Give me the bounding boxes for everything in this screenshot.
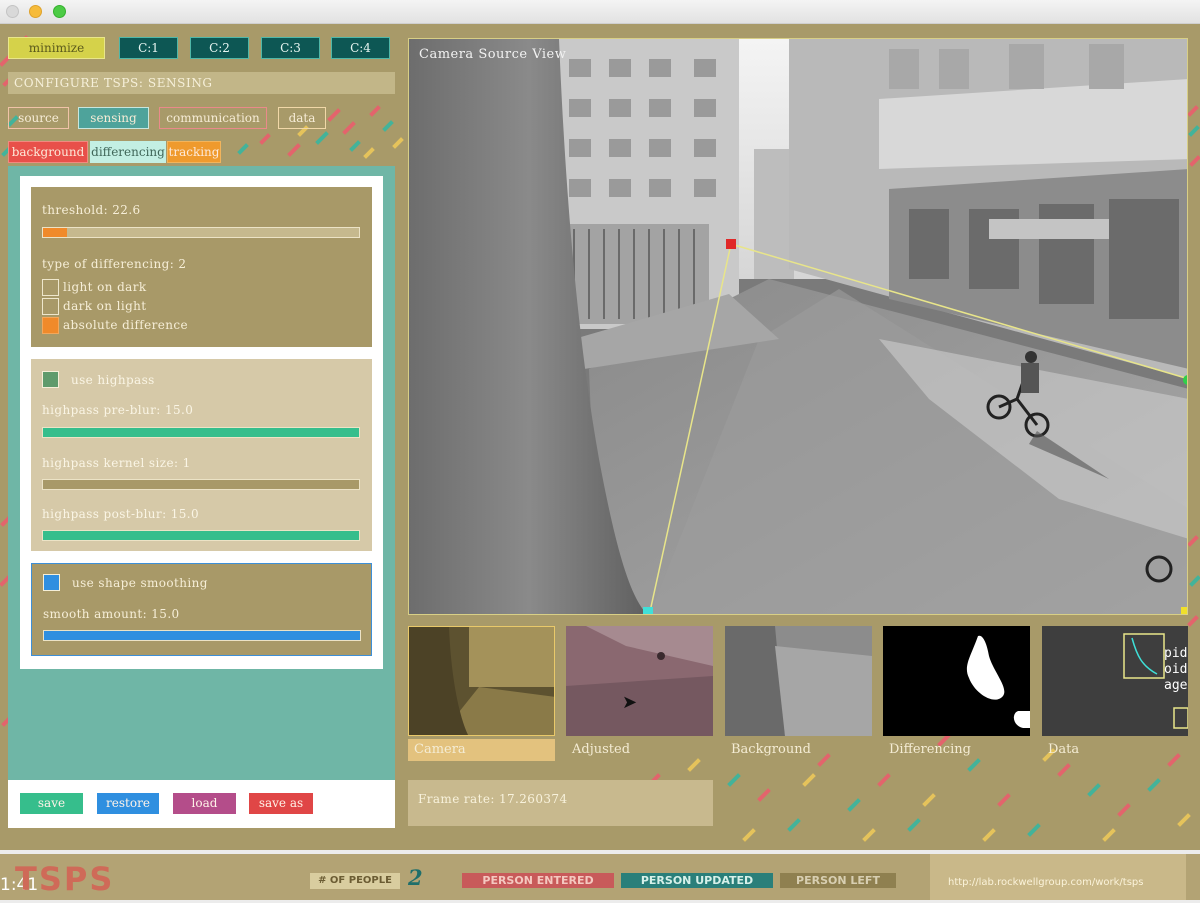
dark-on-light-label: dark on light xyxy=(63,299,147,313)
data-thumbnail-readout: pid: oid: age: xyxy=(1164,646,1188,694)
tab-source[interactable]: source xyxy=(8,107,69,129)
thumbnail-label-differencing[interactable]: Differencing xyxy=(883,739,1030,761)
website-link[interactable]: http://lab.rockwellgroup.com/work/tsps xyxy=(930,854,1186,900)
background-thumbnail[interactable] xyxy=(725,626,872,736)
people-count-label: # OF PEOPLE xyxy=(310,873,400,889)
smooth-amount-label: smooth amount: 15.0 xyxy=(43,607,180,621)
use-highpass-checkbox[interactable] xyxy=(42,371,59,388)
threshold-slider-fill xyxy=(43,228,67,237)
thumbnail-label-camera[interactable]: Camera xyxy=(408,739,555,761)
quad-handle-top-left[interactable] xyxy=(726,239,736,249)
subtab-differencing[interactable]: differencing xyxy=(90,141,166,163)
tab-sensing[interactable]: sensing xyxy=(78,107,149,129)
thumbnail-label-adjusted[interactable]: Adjusted xyxy=(566,739,713,761)
background-thumbnail-image xyxy=(725,626,872,736)
differencing-thumbnail-image xyxy=(883,626,1030,736)
person-left-indicator: PERSON LEFT xyxy=(780,873,896,888)
highpass-kernel-slider[interactable] xyxy=(42,479,360,490)
highpass-preblur-slider[interactable] xyxy=(42,427,360,438)
settings-panel: threshold: 22.6 type of differencing: 2 … xyxy=(8,166,395,780)
person-entered-indicator: PERSON ENTERED xyxy=(462,873,614,888)
load-button[interactable]: load xyxy=(173,793,236,814)
threshold-slider[interactable] xyxy=(42,227,360,238)
dark-on-light-checkbox[interactable] xyxy=(42,298,59,315)
frame-rate-status: Frame rate: 17.260374 xyxy=(408,780,713,826)
highpass-section: use highpass highpass pre-blur: 15.0 hig… xyxy=(31,359,372,551)
differencing-section: threshold: 22.6 type of differencing: 2 … xyxy=(31,187,372,347)
use-highpass-label: use highpass xyxy=(71,373,155,387)
highpass-preblur-slider-fill xyxy=(43,428,359,437)
absolute-difference-checkbox[interactable] xyxy=(42,317,59,334)
camera-3-button[interactable]: C:3 xyxy=(261,37,320,59)
quad-handle-bottom-right[interactable] xyxy=(1181,607,1187,614)
camera-source-view[interactable]: Camera Source View xyxy=(408,38,1188,615)
highpass-postblur-slider[interactable] xyxy=(42,530,360,541)
type-of-differencing-label: type of differencing: 2 xyxy=(42,257,187,271)
highpass-postblur-label: highpass post-blur: 15.0 xyxy=(42,507,200,521)
zoom-window-icon[interactable] xyxy=(53,5,66,18)
thumbnail-label-background[interactable]: Background xyxy=(725,739,872,761)
tab-communication[interactable]: communication xyxy=(159,107,267,129)
data-oid-line: oid: xyxy=(1164,662,1188,677)
shape-smoothing-section: use shape smoothing smooth amount: 15.0 xyxy=(31,563,372,656)
person-updated-indicator: PERSON UPDATED xyxy=(621,873,773,888)
light-on-dark-checkbox[interactable] xyxy=(42,279,59,296)
data-thumbnail[interactable]: pid: oid: age: xyxy=(1042,626,1188,736)
quad-handle-top-right[interactable] xyxy=(1183,375,1187,385)
mouse-cursor-icon: ➤ xyxy=(622,692,638,713)
subtab-tracking[interactable]: tracking xyxy=(167,141,221,163)
subtab-background[interactable]: background xyxy=(8,141,88,163)
minimize-button[interactable]: minimize xyxy=(8,37,105,59)
highpass-postblur-slider-fill xyxy=(43,531,359,540)
save-button[interactable]: save xyxy=(20,793,83,814)
highpass-preblur-label: highpass pre-blur: 15.0 xyxy=(42,403,194,417)
adjusted-thumbnail-image xyxy=(566,626,713,736)
smooth-amount-slider[interactable] xyxy=(43,630,361,641)
tsps-app: minimize C:1 C:2 C:3 C:4 CONFIGURE TSPS:… xyxy=(0,24,1200,850)
website-url[interactable]: http://lab.rockwellgroup.com/work/tsps xyxy=(948,876,1168,889)
adjusted-thumbnail[interactable]: ➤ xyxy=(566,626,713,736)
minimize-window-icon[interactable] xyxy=(29,5,42,18)
use-shape-smoothing-checkbox[interactable] xyxy=(43,574,60,591)
restore-button[interactable]: restore xyxy=(97,793,159,814)
camera-street-image xyxy=(409,39,1187,614)
use-shape-smoothing-label: use shape smoothing xyxy=(72,576,208,590)
settings-actions-bar: save restore load save as xyxy=(8,780,395,828)
absolute-difference-label: absolute difference xyxy=(63,318,189,332)
footer-bar: 1:41 TSPS # OF PEOPLE 2 PERSON ENTERED P… xyxy=(0,850,1200,903)
camera-thumbnail[interactable] xyxy=(408,626,555,736)
settings-card: threshold: 22.6 type of differencing: 2 … xyxy=(20,176,383,669)
people-count-value: 2 xyxy=(408,865,423,890)
close-window-icon[interactable] xyxy=(6,5,19,18)
smooth-amount-slider-fill xyxy=(44,631,360,640)
light-on-dark-label: light on dark xyxy=(63,280,147,294)
differencing-thumbnail[interactable] xyxy=(883,626,1030,736)
camera-view-title: Camera Source View xyxy=(419,47,567,62)
camera-thumbnail-image xyxy=(409,627,554,735)
tab-data[interactable]: data xyxy=(278,107,326,129)
camera-4-button[interactable]: C:4 xyxy=(331,37,390,59)
window-titlebar xyxy=(0,0,1200,24)
threshold-label: threshold: 22.6 xyxy=(42,203,141,217)
camera-1-button[interactable]: C:1 xyxy=(119,37,178,59)
camera-2-button[interactable]: C:2 xyxy=(190,37,249,59)
thumbnail-label-data[interactable]: Data xyxy=(1042,739,1182,761)
data-pid-line: pid: xyxy=(1164,646,1188,661)
tsps-logo: TSPS xyxy=(15,860,115,898)
configure-header: CONFIGURE TSPS: SENSING xyxy=(8,72,395,94)
save-as-button[interactable]: save as xyxy=(249,793,313,814)
quad-handle-bottom-left[interactable] xyxy=(643,607,653,614)
data-age-line: age: xyxy=(1164,678,1188,693)
highpass-kernel-label: highpass kernel size: 1 xyxy=(42,456,191,470)
